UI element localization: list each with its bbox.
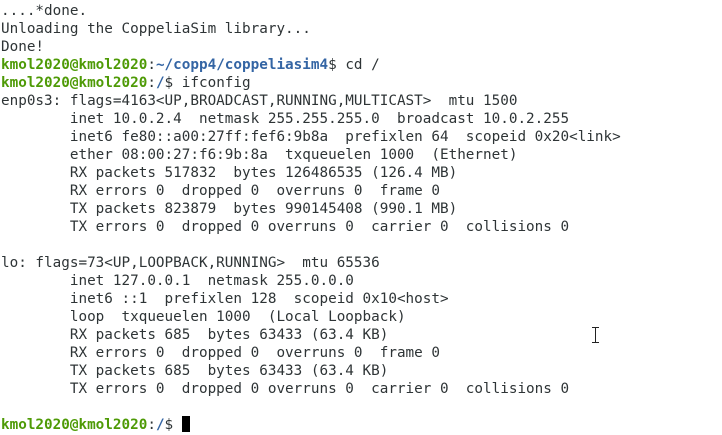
output-line: RX errors 0 dropped 0 overruns 0 frame 0 (1, 345, 440, 361)
output-line: TX packets 823879 bytes 990145408 (990.1… (1, 201, 458, 217)
output-line: RX packets 685 bytes 63433 (63.4 KB) (1, 327, 389, 343)
output-line: inet6 ::1 prefixlen 128 scopeid 0x10<hos… (1, 291, 449, 307)
prompt-symbol: $ (328, 57, 346, 73)
output-line: inet6 fe80::a00:27ff:fef6:9b8a prefixlen… (1, 129, 621, 145)
prompt-user-host: kmol2020@kmol2020 (1, 417, 148, 433)
output-line: inet 127.0.0.1 netmask 255.0.0.0 (1, 273, 354, 289)
output-line: TX errors 0 dropped 0 overruns 0 carrier… (1, 219, 570, 235)
text-cursor-ibeam-icon (591, 327, 600, 343)
output-line: RX errors 0 dropped 0 overruns 0 frame 0 (1, 183, 440, 199)
output-line: ....*done. (1, 3, 88, 19)
prompt-user-host: kmol2020@kmol2020 (1, 75, 148, 91)
output-line: enp0s3: flags=4163<UP,BROADCAST,RUNNING,… (1, 93, 518, 109)
output-line: TX packets 685 bytes 63433 (63.4 KB) (1, 363, 389, 379)
output-line: RX packets 517832 bytes 126486535 (126.4… (1, 165, 458, 181)
output-line: lo: flags=73<UP,LOOPBACK,RUNNING> mtu 65… (1, 255, 380, 271)
prompt-separator: : (147, 75, 156, 91)
prompt-separator: : (147, 57, 156, 73)
prompt-symbol: $ (164, 417, 182, 433)
prompt-path: / (155, 417, 165, 433)
output-line: Done! (1, 39, 45, 55)
block-cursor-icon (181, 416, 190, 432)
prompt-user-host: kmol2020@kmol2020 (1, 57, 148, 73)
prompt-separator: : (147, 417, 156, 433)
output-line: TX errors 0 dropped 0 overruns 0 carrier… (1, 381, 570, 397)
output-line: inet 10.0.2.4 netmask 255.255.255.0 broa… (1, 111, 570, 127)
output-line: ether 08:00:27:f6:9b:8a txqueuelen 1000 … (1, 147, 518, 163)
command-text: cd / (345, 57, 380, 73)
prompt-path: ~/copp4/coppeliasim4 (155, 57, 329, 73)
output-line: loop txqueuelen 1000 (Local Loopback) (1, 309, 406, 325)
command-text: ifconfig (181, 75, 251, 91)
prompt-line: kmol2020@kmol2020:/$ ifconfig (1, 74, 722, 92)
prompt-path: / (155, 75, 165, 91)
output-line: Unloading the CoppeliaSim library... (1, 21, 311, 37)
prompt-line: kmol2020@kmol2020:~/copp4/coppeliasim4$ … (1, 56, 722, 74)
prompt-line[interactable]: kmol2020@kmol2020:/$ (1, 416, 722, 434)
terminal-output-area[interactable]: ....*done. Unloading the CoppeliaSim lib… (0, 0, 722, 435)
prompt-symbol: $ (164, 75, 182, 91)
